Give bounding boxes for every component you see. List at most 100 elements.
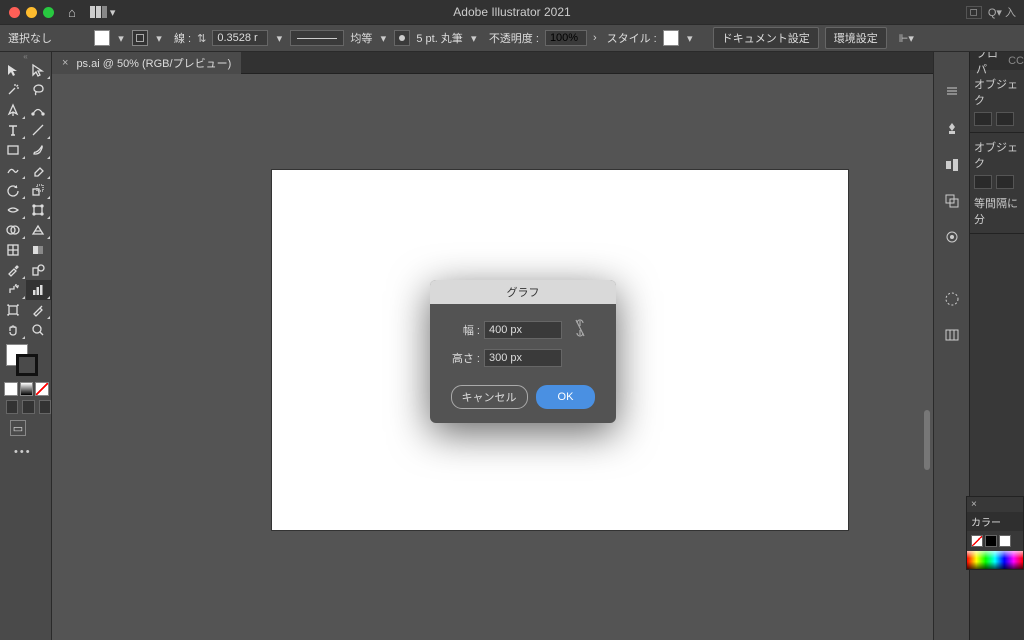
column-graph-tool-icon[interactable] <box>26 280 52 300</box>
rectangle-tool-icon[interactable] <box>0 140 26 160</box>
none-mode-icon[interactable] <box>35 382 49 396</box>
stroke-label: 線 : <box>174 30 191 46</box>
close-window-button[interactable] <box>9 7 20 18</box>
close-tab-icon[interactable]: × <box>62 57 68 69</box>
document-tabs: × ps.ai @ 50% (RGB/プレビュー) <box>52 52 933 74</box>
lasso-tool-icon[interactable] <box>26 80 52 100</box>
document-setup-button[interactable]: ドキュメント設定 <box>713 27 819 49</box>
uniform-label: 均等 <box>350 30 372 46</box>
search-icon[interactable]: Q▾ 入 <box>988 4 1016 20</box>
rotate-tool-icon[interactable] <box>0 180 26 200</box>
swatches-panel-icon[interactable] <box>941 324 963 346</box>
shaper-tool-icon[interactable] <box>0 160 26 180</box>
gradient-mode-icon[interactable] <box>20 382 34 396</box>
stroke-profile[interactable] <box>290 30 344 46</box>
align-left-icon[interactable] <box>974 112 992 126</box>
edit-toolbar-icon[interactable]: ••• <box>14 446 51 458</box>
minimize-window-button[interactable] <box>26 7 37 18</box>
perspective-tool-icon[interactable] <box>26 220 52 240</box>
cancel-button[interactable]: キャンセル <box>451 385 528 409</box>
home-icon[interactable]: ⌂ <box>68 5 76 20</box>
line-tool-icon[interactable] <box>26 120 52 140</box>
draw-normal-icon[interactable] <box>6 400 18 414</box>
cc-tab[interactable]: CC <box>1008 55 1024 67</box>
stepper-icon[interactable]: ⇅ <box>197 32 206 45</box>
paintbrush-tool-icon[interactable] <box>26 140 52 160</box>
gradient-tool-icon[interactable] <box>26 240 52 260</box>
title-bar: ⌂ ▾ Adobe Illustrator 2021 ◻ Q▾ 入 <box>0 0 1024 24</box>
control-bar: 選択なし ▾ ▾ 線 : ⇅ ▾ 均等▾ 5 pt. 丸筆▾ 不透明度 : › … <box>0 24 1024 52</box>
screen-mode-icon[interactable]: ▭ <box>10 420 26 436</box>
white-swatch[interactable] <box>999 535 1011 547</box>
brush-swatch[interactable] <box>394 30 410 46</box>
height-label: 高さ : <box>442 350 480 366</box>
artboard-tool-icon[interactable] <box>0 300 26 320</box>
none-swatch-icon[interactable] <box>971 535 983 547</box>
share-icon[interactable]: ◻ <box>966 6 982 19</box>
shape-builder-tool-icon[interactable] <box>0 220 26 240</box>
stroke-box[interactable] <box>16 354 38 376</box>
close-panel-icon[interactable]: × <box>967 497 1023 512</box>
fill-dropdown-icon[interactable]: ▾ <box>116 32 126 45</box>
draw-behind-icon[interactable] <box>22 400 34 414</box>
appearance-icon[interactable] <box>941 226 963 248</box>
document-tab[interactable]: × ps.ai @ 50% (RGB/プレビュー) <box>52 52 241 74</box>
link-dimensions-icon[interactable] <box>574 318 586 341</box>
align-top-icon[interactable] <box>974 175 992 189</box>
align-middle-icon[interactable] <box>996 175 1014 189</box>
width-tool-icon[interactable] <box>0 200 26 220</box>
symbol-sprayer-tool-icon[interactable] <box>0 280 26 300</box>
zoom-tool-icon[interactable] <box>26 320 52 340</box>
right-icon-bar <box>933 52 969 640</box>
blend-tool-icon[interactable] <box>26 260 52 280</box>
scale-tool-icon[interactable] <box>26 180 52 200</box>
stroke-dropdown-icon[interactable]: ▾ <box>154 32 164 45</box>
dialog-title: グラフ <box>430 280 616 304</box>
height-input[interactable] <box>484 349 562 367</box>
opacity-input[interactable] <box>545 30 587 46</box>
vertical-scrollbar[interactable] <box>922 130 932 634</box>
direct-selection-tool-icon[interactable] <box>26 60 52 80</box>
black-swatch[interactable] <box>985 535 997 547</box>
color-panel-tab[interactable]: カラー <box>967 512 1023 531</box>
color-mode-icon[interactable] <box>4 382 18 396</box>
document-tab-label: ps.ai @ 50% (RGB/プレビュー) <box>76 55 231 71</box>
color-spectrum[interactable] <box>967 551 1023 569</box>
preferences-button[interactable]: 環境設定 <box>825 27 887 49</box>
free-transform-tool-icon[interactable] <box>26 200 52 220</box>
fill-swatch[interactable] <box>94 30 110 46</box>
mesh-tool-icon[interactable] <box>0 240 26 260</box>
maximize-window-button[interactable] <box>43 7 54 18</box>
curvature-tool-icon[interactable] <box>26 100 52 120</box>
color-panel-icon[interactable] <box>941 288 963 310</box>
workspace-switcher-icon[interactable]: ▾ <box>90 6 116 19</box>
properties-tab[interactable]: プロパ <box>976 52 1002 77</box>
align-icon[interactable]: ⊩▾ <box>899 32 914 45</box>
stroke-weight-input[interactable] <box>212 30 268 46</box>
type-tool-icon[interactable] <box>0 120 26 140</box>
align-panel-icon[interactable] <box>941 154 963 176</box>
pathfinder-icon[interactable] <box>941 190 963 212</box>
stroke-swatch[interactable] <box>132 30 148 46</box>
draw-inside-icon[interactable] <box>39 400 51 414</box>
style-label: スタイル : <box>607 30 657 46</box>
selection-tool-icon[interactable] <box>0 60 26 80</box>
hand-tool-icon[interactable] <box>0 320 26 340</box>
fill-stroke-indicator[interactable] <box>6 344 51 380</box>
distribute-header: 等間隔に分 <box>974 195 1020 227</box>
selection-label: 選択なし <box>8 30 52 46</box>
graph-dialog: グラフ 幅 : 高さ : キャンセル OK <box>430 280 616 423</box>
pen-tool-icon[interactable] <box>0 100 26 120</box>
properties-icon[interactable] <box>941 82 963 104</box>
slice-tool-icon[interactable] <box>26 300 52 320</box>
opacity-label: 不透明度 : <box>489 30 539 46</box>
style-swatch[interactable] <box>663 30 679 46</box>
libraries-icon[interactable] <box>941 118 963 140</box>
ok-button[interactable]: OK <box>536 385 596 409</box>
align-center-icon[interactable] <box>996 112 1014 126</box>
eraser-tool-icon[interactable] <box>26 160 52 180</box>
width-input[interactable] <box>484 321 562 339</box>
opacity-caret-icon[interactable]: › <box>593 32 597 44</box>
eyedropper-tool-icon[interactable] <box>0 260 26 280</box>
magic-wand-tool-icon[interactable] <box>0 80 26 100</box>
